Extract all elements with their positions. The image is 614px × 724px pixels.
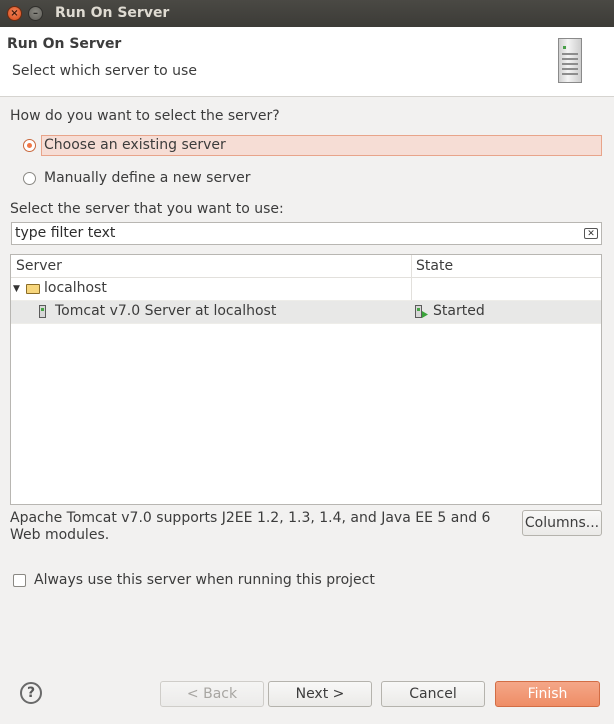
new-server-label[interactable]: Manually define a new server <box>44 170 251 186</box>
help-icon[interactable]: ? <box>20 682 42 704</box>
column-header-state[interactable]: State <box>416 255 453 277</box>
expand-arrow-icon[interactable]: ▼ <box>13 284 20 294</box>
table-row-selected[interactable]: Tomcat v7.0 Server at localhost Started <box>11 301 601 323</box>
window-title: Run On Server <box>55 5 170 21</box>
server-icon <box>558 38 582 83</box>
row-divider <box>11 323 601 324</box>
always-use-checkbox[interactable] <box>13 574 26 587</box>
cancel-button[interactable]: Cancel <box>381 681 485 707</box>
filter-label: Select the server that you want to use: <box>10 201 284 217</box>
server-name: Tomcat v7.0 Server at localhost <box>55 303 277 319</box>
finish-button[interactable]: Finish <box>495 681 600 707</box>
next-button[interactable]: Next > <box>268 681 372 707</box>
close-icon: × <box>10 8 19 19</box>
dialog-subtitle: Select which server to use <box>12 63 197 79</box>
dialog-header: Run On Server Select which server to use <box>0 27 614 97</box>
filter-input[interactable]: type filter text ✕ <box>11 222 602 245</box>
server-icon <box>39 305 46 318</box>
started-status-icon <box>415 305 429 319</box>
back-button[interactable]: < Back <box>160 681 264 707</box>
dialog-title: Run On Server <box>7 36 122 52</box>
window-titlebar: × – Run On Server <box>0 0 614 27</box>
always-use-label[interactable]: Always use this server when running this… <box>34 572 375 588</box>
clear-filter-icon[interactable]: ✕ <box>584 228 598 239</box>
minimize-icon: – <box>33 8 38 19</box>
selection-question: How do you want to select the server? <box>10 108 280 124</box>
server-state: Started <box>433 303 485 319</box>
filter-placeholder: type filter text <box>15 225 116 241</box>
existing-server-label[interactable]: Choose an existing server <box>44 137 226 153</box>
server-description: Apache Tomcat v7.0 supports J2EE 1.2, 1.… <box>10 510 491 543</box>
new-server-radio[interactable] <box>23 172 36 185</box>
existing-server-radio[interactable] <box>23 139 36 152</box>
close-window-button[interactable]: × <box>7 6 22 21</box>
minimize-window-button[interactable]: – <box>28 6 43 21</box>
columns-button[interactable]: Columns... <box>522 510 602 536</box>
server-table[interactable]: Server State ▼ localhost Tomcat v7.0 Ser… <box>10 254 602 505</box>
table-row[interactable]: ▼ localhost <box>11 278 601 300</box>
column-header-server[interactable]: Server <box>16 255 62 277</box>
server-name: localhost <box>44 280 107 296</box>
folder-open-icon <box>26 284 40 294</box>
